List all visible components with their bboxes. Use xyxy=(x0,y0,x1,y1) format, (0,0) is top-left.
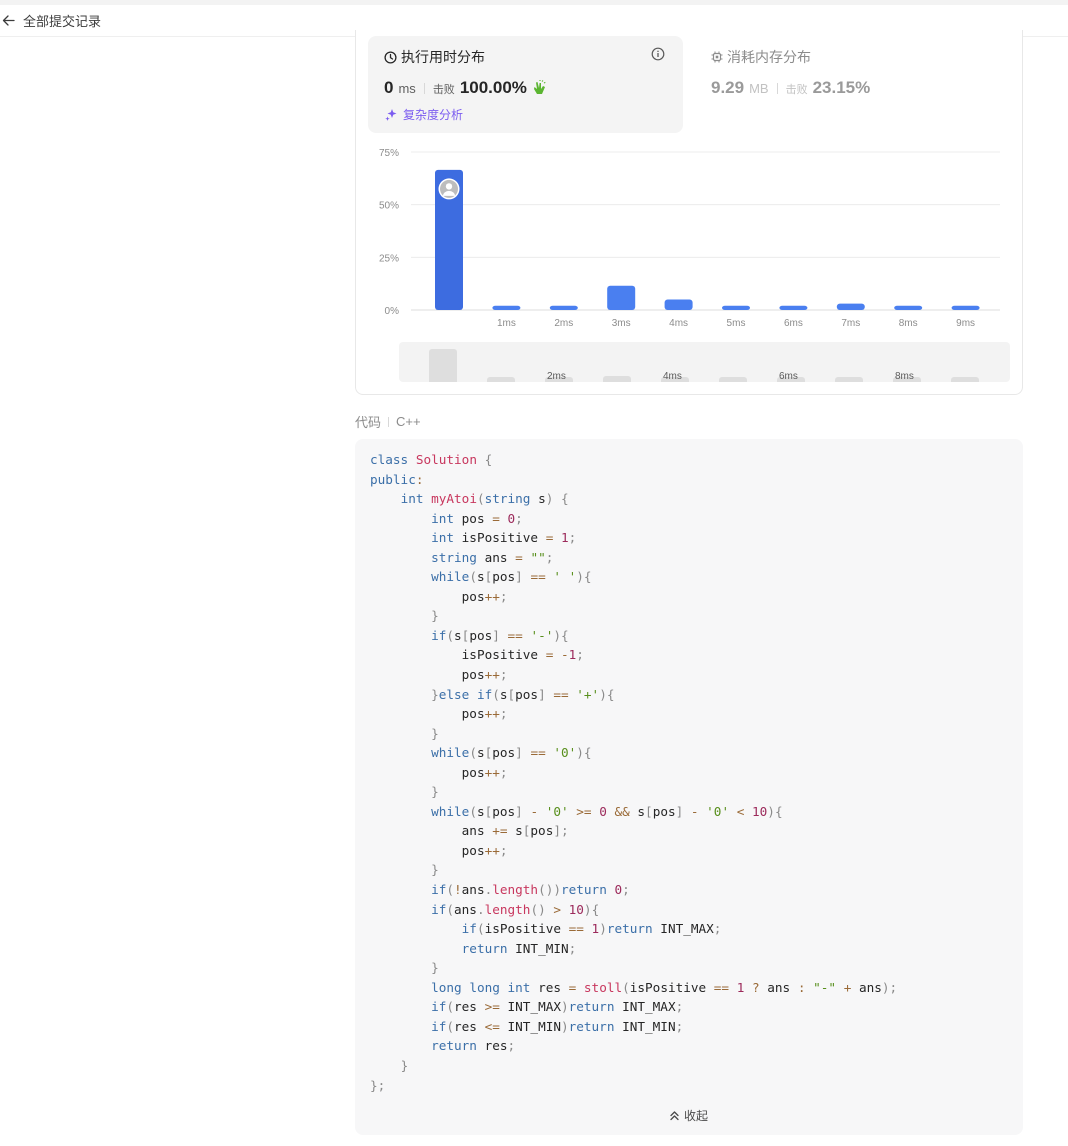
runtime-distribution-chart: 75% 50% 25% 0% 1ms 2ms 3ms 4ms 5ms 6ms 7ms 8ms 9ms xyxy=(379,148,1000,329)
x-tick-label: 8ms xyxy=(899,318,918,329)
memory-unit: MB xyxy=(749,81,769,96)
runtime-beats-label: 击败 xyxy=(432,84,455,96)
code-label: 代码 xyxy=(355,415,382,430)
sparkle-icon xyxy=(385,108,397,121)
memory-tab[interactable]: 消耗内存分布 xyxy=(711,47,811,67)
mini-bar xyxy=(835,377,863,382)
y-tick-label: 25% xyxy=(379,253,399,264)
runtime-beats-value: 100.00% xyxy=(459,78,527,97)
code-block: class Solution { public: int myAtoi(stri… xyxy=(370,452,898,1093)
bar-3ms xyxy=(607,285,636,310)
bar-4ms xyxy=(664,299,693,310)
chart-range-scroller[interactable]: 2ms 4ms 6ms 8ms xyxy=(399,342,1010,382)
mini-bar xyxy=(603,376,631,382)
scroller-label: 4ms xyxy=(663,371,682,382)
memory-title-label: 消耗内存分布 xyxy=(727,49,811,65)
memory-values: 9.29 MB 击败 23.15% xyxy=(711,78,870,98)
mini-bar xyxy=(719,377,747,382)
divider xyxy=(776,82,778,94)
collapse-label: 收起 xyxy=(684,1109,709,1123)
double-chevron-up-icon xyxy=(670,1111,679,1121)
runtime-value: 0 xyxy=(384,78,394,97)
bar-5ms xyxy=(722,305,750,310)
bar-9ms xyxy=(951,305,980,310)
back-link-label: 全部提交记录 xyxy=(23,14,102,29)
x-tick-label: 1ms xyxy=(497,318,516,329)
mini-bar xyxy=(487,377,515,382)
divider xyxy=(423,82,425,94)
x-tick-label: 7ms xyxy=(841,318,860,329)
avatar-head xyxy=(445,183,453,190)
x-tick-label: 4ms xyxy=(669,318,688,329)
collapse-code-button[interactable]: 收起 xyxy=(669,1107,708,1124)
bar-8ms xyxy=(894,305,923,310)
runtime-unit: ms xyxy=(398,81,416,96)
runtime-values: 0 ms 击败 100.00% xyxy=(384,78,548,98)
memory-beats-value: 23.15% xyxy=(812,78,871,97)
runtime-title: 执行用时分布 xyxy=(384,47,485,67)
chip-icon xyxy=(711,51,723,63)
info-icon[interactable] xyxy=(651,47,665,61)
complexity-analysis-label: 复杂度分析 xyxy=(403,108,464,122)
scroller-label: 8ms xyxy=(895,371,914,382)
scroller-label: 6ms xyxy=(779,371,798,382)
bar-1ms xyxy=(492,305,521,310)
y-tick-label: 75% xyxy=(379,148,399,159)
x-tick-label: 2ms xyxy=(554,318,573,329)
bar-7ms xyxy=(836,303,865,310)
code-header: 代码 C++ xyxy=(355,412,421,431)
x-tick-label: 3ms xyxy=(612,318,631,329)
y-tick-label: 0% xyxy=(385,306,400,317)
mini-bar xyxy=(951,377,979,382)
complexity-analysis-button[interactable]: 复杂度分析 xyxy=(384,106,463,123)
clap-icon xyxy=(533,80,546,94)
bar-6ms xyxy=(779,305,808,310)
x-tick-label: 9ms xyxy=(956,318,975,329)
divider xyxy=(388,416,390,427)
runtime-title-label: 执行用时分布 xyxy=(401,49,485,65)
code-language: C++ xyxy=(396,414,421,429)
memory-value: 9.29 xyxy=(711,78,745,97)
memory-beats-label: 击败 xyxy=(785,84,808,96)
mini-bar xyxy=(429,349,457,382)
arrow-left-icon xyxy=(2,15,15,26)
back-to-submissions-link[interactable]: 全部提交记录 xyxy=(2,11,101,30)
x-tick-label: 5ms xyxy=(727,318,746,329)
bar-2ms xyxy=(549,305,578,310)
clock-icon xyxy=(384,50,397,64)
scroller-label: 2ms xyxy=(547,371,566,382)
y-tick-label: 50% xyxy=(379,201,399,212)
x-tick-label: 6ms xyxy=(784,318,803,329)
